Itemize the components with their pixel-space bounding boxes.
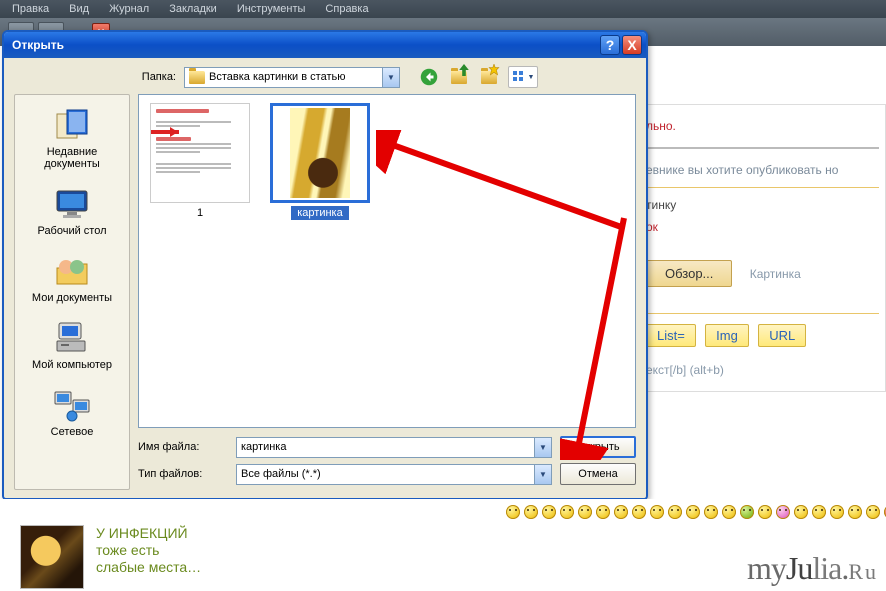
emoji-icon[interactable]: [812, 505, 826, 519]
back-button[interactable]: [418, 66, 440, 88]
place-mycomputer[interactable]: Мой компьютер: [19, 314, 125, 377]
computer-icon: [52, 320, 92, 356]
file-list[interactable]: 1 картинка: [138, 94, 636, 428]
place-label: Недавние документы: [21, 146, 123, 170]
up-folder-button[interactable]: [448, 66, 470, 88]
emoji-icon[interactable]: [614, 505, 628, 519]
emoji-icon[interactable]: [524, 505, 538, 519]
new-folder-button[interactable]: [478, 66, 500, 88]
cancel-button[interactable]: Отмена: [560, 463, 636, 485]
emoji-icon[interactable]: [668, 505, 682, 519]
browse-hint: Картинка: [750, 267, 801, 281]
file-label: картинка: [291, 206, 348, 220]
emoji-icon[interactable]: [578, 505, 592, 519]
emoji-icon[interactable]: [740, 505, 754, 519]
view-icon: [512, 70, 526, 84]
place-label: Рабочий стол: [37, 225, 106, 237]
background-page: льно. евнике вы хотите опубликовать но т…: [646, 48, 886, 498]
menu-item[interactable]: Справка: [325, 3, 368, 15]
back-arrow-icon: [420, 68, 438, 86]
emoji-icon[interactable]: [758, 505, 772, 519]
bg-text-red: ок: [646, 216, 879, 238]
emoji-icon[interactable]: [794, 505, 808, 519]
promo-text: У ИНФЕКЦИЙ тоже есть слабые места…: [96, 525, 201, 576]
place-label: Сетевое: [51, 426, 94, 438]
file-item-doc[interactable]: 1: [147, 103, 253, 220]
emoji-icon[interactable]: [848, 505, 862, 519]
place-desktop[interactable]: Рабочий стол: [19, 180, 125, 243]
menu-item[interactable]: Правка: [12, 3, 49, 15]
help-button[interactable]: ?: [600, 35, 620, 55]
place-label: Мои документы: [32, 292, 112, 304]
view-menu-button[interactable]: ▼: [508, 66, 538, 88]
tag-url-button[interactable]: URL: [758, 324, 806, 347]
divider: [646, 147, 879, 149]
lookin-value: Вставка картинки в статью: [209, 71, 345, 83]
emoji-icon[interactable]: [542, 505, 556, 519]
file-thumbnail: [150, 103, 250, 203]
tag-list-button[interactable]: List=: [646, 324, 696, 347]
close-button[interactable]: X: [622, 35, 642, 55]
emoji-icon[interactable]: [704, 505, 718, 519]
menu-item[interactable]: Журнал: [109, 3, 149, 15]
file-item-image[interactable]: картинка: [267, 103, 373, 220]
menu-item[interactable]: Закладки: [169, 3, 217, 15]
desktop-icon: [52, 186, 92, 222]
folder-icon: [189, 71, 205, 84]
emoji-icon[interactable]: [632, 505, 646, 519]
chevron-down-icon: ▼: [528, 74, 535, 81]
bg-text: евнике вы хотите опубликовать но: [646, 159, 879, 181]
network-icon: [52, 387, 92, 423]
bg-text: тинку: [646, 194, 879, 216]
places-bar: Недавние документы Рабочий стол Мои доку…: [14, 94, 130, 490]
divider: [646, 187, 879, 188]
menu-item[interactable]: Вид: [69, 3, 89, 15]
place-network[interactable]: Сетевое: [19, 381, 125, 444]
lookin-combo[interactable]: Вставка картинки в статью ▼: [184, 67, 400, 88]
emoji-icon[interactable]: [686, 505, 700, 519]
filename-input[interactable]: картинка ▼: [236, 437, 552, 458]
emoji-icon[interactable]: [866, 505, 880, 519]
filename-label: Имя файла:: [138, 441, 228, 453]
emoji-icon[interactable]: [560, 505, 574, 519]
site-logo: myJulia.Ru: [747, 550, 878, 587]
chevron-down-icon[interactable]: ▼: [534, 438, 551, 457]
browse-button[interactable]: Обзор...: [646, 260, 732, 287]
app-menubar: Правка Вид Журнал Закладки Инструменты С…: [0, 0, 886, 18]
chevron-down-icon[interactable]: ▼: [534, 465, 551, 484]
filename-value: картинка: [241, 441, 286, 453]
emoji-icon[interactable]: [506, 505, 520, 519]
filetype-value: Все файлы (*.*): [241, 468, 321, 480]
mydocs-icon: [52, 253, 92, 289]
emoji-icon[interactable]: [776, 505, 790, 519]
dialog-title: Открыть: [12, 38, 64, 52]
open-button[interactable]: Открыть: [560, 436, 636, 458]
lookin-label: Папка:: [134, 71, 176, 83]
bg-text-red: льно.: [646, 115, 879, 137]
promo-image: [20, 525, 84, 589]
place-label: Мой компьютер: [32, 359, 112, 371]
emoji-icon[interactable]: [722, 505, 736, 519]
promo-block[interactable]: У ИНФЕКЦИЙ тоже есть слабые места…: [20, 525, 280, 589]
emoji-icon[interactable]: [830, 505, 844, 519]
tag-img-button[interactable]: Img: [705, 324, 749, 347]
emoji-icon[interactable]: [650, 505, 664, 519]
bbcode-hint: екст[/b] (alt+b): [646, 359, 879, 381]
recent-icon: [52, 107, 92, 143]
file-thumbnail: [270, 103, 370, 203]
open-file-dialog: Открыть ? X Папка: Вставка картинки в ст…: [2, 30, 648, 500]
page-footer: У ИНФЕКЦИЙ тоже есть слабые места… myJul…: [0, 499, 886, 591]
filetype-select[interactable]: Все файлы (*.*) ▼: [236, 464, 552, 485]
emoji-icon[interactable]: [596, 505, 610, 519]
emoji-picker: [506, 505, 886, 519]
place-mydocs[interactable]: Мои документы: [19, 247, 125, 310]
file-label: 1: [191, 206, 209, 220]
divider: [646, 313, 879, 314]
menu-item[interactable]: Инструменты: [237, 3, 306, 15]
place-recent[interactable]: Недавние документы: [19, 101, 125, 176]
chevron-down-icon[interactable]: ▼: [382, 68, 399, 87]
filetype-label: Тип файлов:: [138, 468, 228, 480]
dialog-titlebar[interactable]: Открыть ? X: [4, 32, 646, 58]
